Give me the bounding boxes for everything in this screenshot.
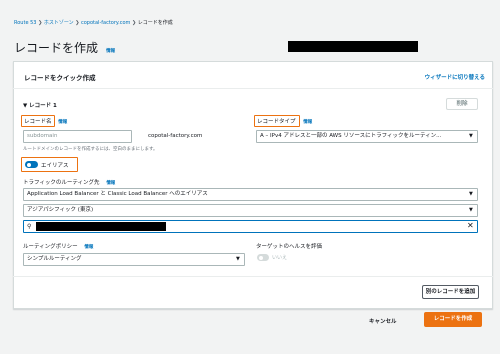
record-name-input[interactable]: subdomain xyxy=(23,130,132,143)
breadcrumb-route53[interactable]: Route 53 xyxy=(14,20,36,26)
breadcrumb: Route 53 ❯ ホストゾーン ❯ copotal-factory.com … xyxy=(14,19,173,26)
domain-suffix: copotal-factory.com xyxy=(148,133,203,139)
redacted-block xyxy=(288,41,418,52)
chevron-down-icon: ▼ xyxy=(236,256,240,262)
record-type-label-row: レコードタイプ 情報 xyxy=(257,117,312,125)
health-label: ターゲットのヘルスを評価 xyxy=(256,244,323,250)
info-link[interactable]: 情報 xyxy=(106,49,115,54)
chevron-down-icon: ▼ xyxy=(469,133,473,139)
divider xyxy=(13,88,493,89)
breadcrumb-hosted-zones[interactable]: ホストゾーン xyxy=(44,20,74,26)
record-name-label: レコード名 xyxy=(24,119,52,125)
chevron-down-icon: ▼ xyxy=(469,191,473,197)
page-title: レコードを作成 xyxy=(14,41,99,55)
routing-policy-select[interactable]: シンプルルーティング xyxy=(23,253,245,266)
region-select[interactable]: アジアパシフィック (東京) xyxy=(23,204,478,217)
create-record-button[interactable]: レコードを作成 xyxy=(424,312,482,327)
info-link[interactable]: 情報 xyxy=(58,120,67,125)
add-record-button[interactable]: 別のレコードを追加 xyxy=(422,285,479,299)
switch-to-wizard-link[interactable]: ウィザードに切り替える xyxy=(425,73,485,81)
endpoint-select[interactable]: Application Load Balancer と Classic Load… xyxy=(23,188,478,201)
health-toggle[interactable] xyxy=(257,254,269,261)
record-name-hint: ルートドメインのレコードを作成するには、空白のままにします。 xyxy=(23,147,158,152)
alias-toggle[interactable] xyxy=(25,161,38,168)
health-toggle-label: いいえ xyxy=(272,255,288,261)
record-name-label-row: レコード名 情報 xyxy=(24,117,67,125)
clear-icon[interactable]: ✕ xyxy=(467,221,474,230)
chevron-down-icon: ▼ xyxy=(469,207,473,213)
redacted-search-value xyxy=(36,222,166,231)
info-link[interactable]: 情報 xyxy=(106,181,115,186)
breadcrumb-zone[interactable]: copotal-factory.com xyxy=(81,20,130,26)
divider xyxy=(13,276,493,277)
cancel-button[interactable]: キャンセル xyxy=(369,317,397,325)
record-heading[interactable]: ▼ レコード 1 xyxy=(23,101,57,109)
delete-button[interactable]: 削除 xyxy=(446,98,478,110)
traffic-label: トラフィックのルーティング先 xyxy=(23,180,100,186)
info-link[interactable]: 情報 xyxy=(84,245,93,250)
record-type-select[interactable]: A – IPv4 アドレスと一部の AWS リソースにトラフィックをルーティン.… xyxy=(256,130,478,143)
record-type-label: レコードタイプ xyxy=(257,119,296,125)
page-title-row: レコードを作成 情報 xyxy=(14,37,115,56)
alias-label: エイリアス xyxy=(41,163,69,169)
toggle-knob xyxy=(26,162,31,167)
panel-title: レコードをクイック作成 xyxy=(24,74,96,82)
routing-label-row: ルーティングポリシー 情報 xyxy=(23,242,93,250)
search-icon: ⚲ xyxy=(27,223,32,230)
toggle-knob xyxy=(258,255,263,260)
info-link[interactable]: 情報 xyxy=(303,120,312,125)
add-record-label: 別のレコードを追加 xyxy=(425,289,476,295)
breadcrumb-current: レコードを作成 xyxy=(137,20,173,26)
traffic-label-row: トラフィックのルーティング先 情報 xyxy=(23,178,115,186)
routing-policy-label: ルーティングポリシー xyxy=(23,244,78,250)
